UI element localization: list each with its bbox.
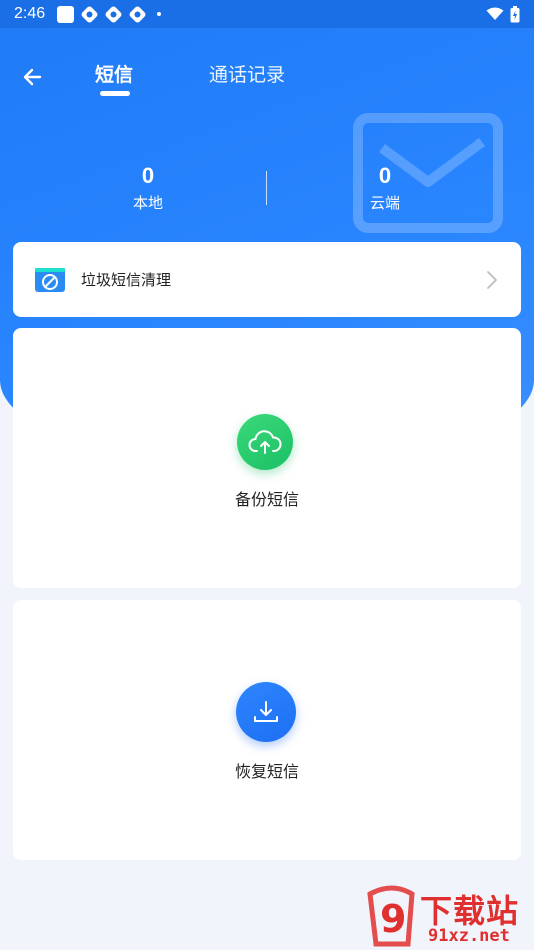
top-nav: 短信 通话记录	[0, 52, 534, 100]
notification-app-icon	[105, 6, 122, 22]
junk-sms-cleanup-row[interactable]: 垃圾短信清理	[13, 242, 521, 317]
watermark-mark: 9	[380, 897, 406, 941]
tab-sms[interactable]: 短信	[95, 60, 133, 87]
cloud-count: 0	[378, 163, 392, 188]
junk-cleanup-icon	[35, 268, 65, 292]
tab-call-log[interactable]: 通话记录	[209, 60, 285, 87]
restore-label: 恢复短信	[234, 764, 299, 781]
notification-square-icon	[57, 5, 75, 23]
stat-divider	[266, 171, 267, 205]
restore-button[interactable]	[236, 682, 296, 742]
cloud-upload-icon	[248, 430, 282, 454]
junk-cleanup-label: 垃圾短信清理	[81, 272, 172, 289]
more-notifications-dot	[157, 12, 162, 16]
stat-cloud: 0 云端	[325, 162, 445, 213]
watermark-logo-icon: 9	[367, 885, 415, 947]
cloud-label: 云端	[369, 195, 400, 212]
stat-local: 0 本地	[88, 162, 208, 213]
restore-sms-card[interactable]: 恢复短信	[13, 600, 521, 860]
chevron-right-icon	[487, 271, 497, 289]
site-watermark: 9 下载站 91xz.net	[362, 884, 534, 950]
download-icon	[254, 701, 278, 722]
local-label: 本地	[132, 195, 163, 212]
watermark-line2: 91xz.net	[428, 926, 510, 946]
notification-app-icon	[129, 6, 146, 22]
battery-icon	[510, 5, 520, 22]
backup-sms-card[interactable]: 备份短信	[13, 328, 521, 588]
status-bar: 2:46	[0, 0, 534, 28]
backup-label: 备份短信	[234, 492, 299, 509]
tab-active-indicator	[100, 91, 130, 96]
back-arrow-icon[interactable]	[18, 62, 48, 92]
status-icons	[486, 5, 520, 23]
local-count: 0	[141, 163, 155, 188]
status-time: 2:46	[14, 5, 46, 22]
backup-button[interactable]	[237, 414, 293, 470]
notification-app-icon	[81, 6, 98, 22]
wifi-icon	[486, 7, 504, 20]
